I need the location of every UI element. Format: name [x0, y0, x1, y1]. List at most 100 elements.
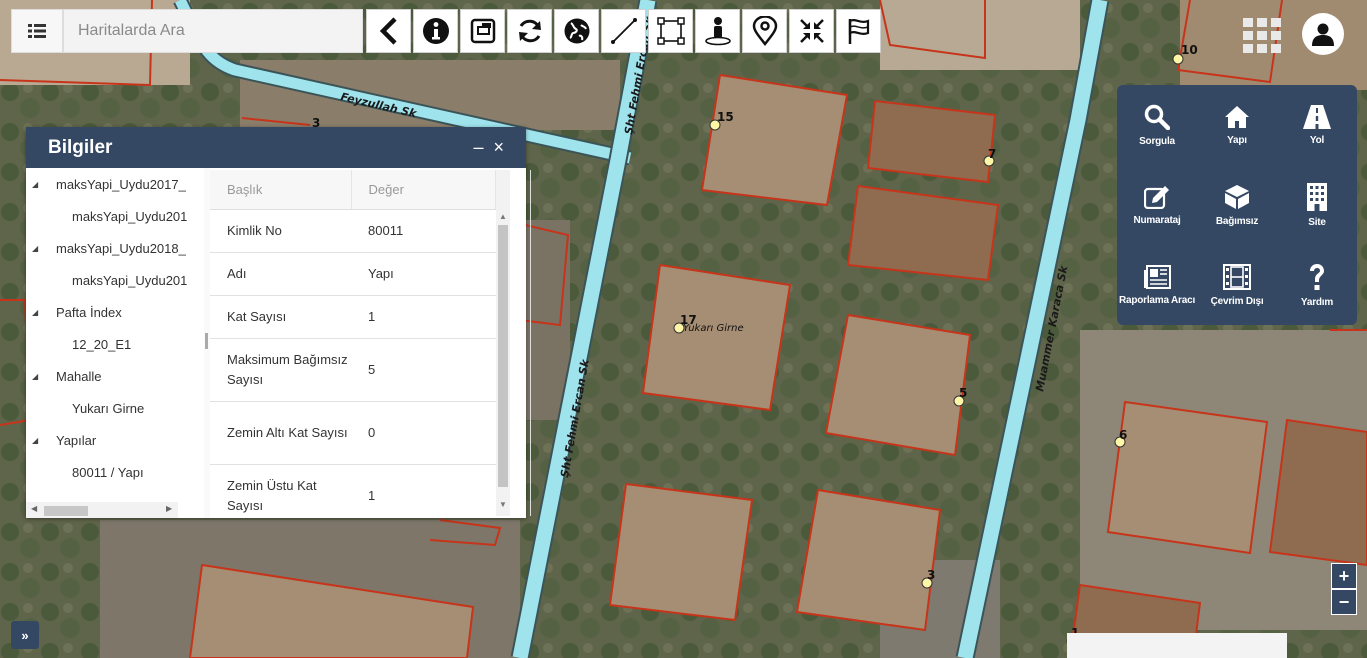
zoom-out-button[interactable]: −	[1331, 589, 1357, 615]
tree-item-label: 80011 / Yapı	[72, 464, 144, 480]
zoom-in-button[interactable]: +	[1331, 563, 1357, 589]
toolbar	[366, 9, 881, 53]
scroll-thumb[interactable]	[498, 225, 508, 487]
collapse-button[interactable]	[789, 9, 834, 53]
scroll-down-icon[interactable]: ▼	[499, 500, 507, 509]
area-select-icon	[656, 17, 685, 45]
menu-item-label: Bağımsız	[1215, 215, 1259, 227]
road-icon	[1303, 104, 1331, 129]
row-key: Adı	[210, 252, 351, 296]
user-button[interactable]	[1302, 13, 1344, 55]
layer-tree: ◢ maksYapi_Uydu2017_ maksYapi_Uydu201 ◢ ma…	[26, 168, 204, 518]
table-row[interactable]: Adı Yapı	[210, 252, 496, 296]
panel-title: Bilgiler	[48, 136, 113, 158]
expand-arrow-icon[interactable]: ◢	[32, 372, 56, 381]
search-input[interactable]	[63, 9, 363, 53]
menu-item-raporlama[interactable]: Raporlama Aracı	[1117, 245, 1197, 325]
parcel-number: 3	[927, 568, 935, 582]
table-row[interactable]: Zemin Üstu Kat Sayısı 1	[210, 464, 496, 516]
tree-item[interactable]: 12_20_E1	[26, 328, 204, 360]
table-row[interactable]: Kimlik No 80011	[210, 209, 496, 253]
back-button[interactable]	[366, 9, 411, 53]
apps-button[interactable]	[1243, 18, 1281, 54]
globe-button[interactable]	[554, 9, 599, 53]
panel-header[interactable]: Bilgiler – ×	[26, 127, 526, 168]
column-header-key[interactable]: Başlık	[210, 170, 352, 210]
menu-item-site[interactable]: Site	[1277, 165, 1357, 245]
info-icon	[422, 18, 449, 44]
scroll-left-icon[interactable]: ◀	[31, 504, 37, 513]
menu-item-cevrim-disi[interactable]: Çevrim Dışı	[1197, 245, 1277, 325]
refresh-button[interactable]	[507, 9, 552, 53]
minimize-button[interactable]: –	[473, 137, 483, 158]
expand-arrow-icon[interactable]: ◢	[32, 436, 56, 445]
edit-icon	[1144, 185, 1169, 209]
tree-item-label: Mahalle	[56, 368, 102, 384]
close-button[interactable]: ×	[493, 137, 504, 158]
row-key: Kimlik No	[210, 209, 351, 253]
tree-item[interactable]: Yukarı Girne	[26, 392, 204, 424]
expand-arrow-icon[interactable]: ◢	[32, 244, 56, 253]
measure-line-button[interactable]	[601, 9, 646, 53]
menu-item-label: Raporlama Aracı	[1118, 294, 1196, 306]
expand-arrow-icon[interactable]: ◢	[32, 308, 56, 317]
row-value: 1	[351, 295, 496, 339]
parcel-number: 15	[717, 110, 734, 124]
table-row[interactable]: Maksimum Bağımsız Sayısı 5	[210, 338, 496, 402]
table-row[interactable]: Kat Sayısı 1	[210, 295, 496, 339]
row-key: Zemin Altı Kat Sayısı	[210, 401, 351, 465]
street-view-button[interactable]	[695, 9, 740, 53]
tree-horizontal-scrollbar[interactable]: ◀ ▶	[26, 502, 178, 518]
area-select-button[interactable]	[648, 9, 693, 53]
column-header-value[interactable]: Değer	[351, 170, 496, 210]
location-button[interactable]	[742, 9, 787, 53]
tree-item[interactable]: ◢ Pafta İndex	[26, 296, 204, 328]
scroll-thumb[interactable]	[44, 506, 88, 516]
back-icon	[379, 17, 397, 45]
film-icon	[1223, 263, 1251, 290]
tree-item[interactable]: 80011 / Yapı	[26, 456, 204, 488]
menu-item-sorgula[interactable]: Sorgula	[1117, 85, 1197, 165]
menu-item-label: Site	[1308, 216, 1326, 228]
tree-item[interactable]: maksYapi_Uydu201	[26, 200, 204, 232]
location-pin-icon	[752, 16, 777, 46]
menu-item-yol[interactable]: Yol	[1277, 85, 1357, 165]
tree-item[interactable]: ◢ Mahalle	[26, 360, 204, 392]
question-icon	[1310, 263, 1324, 290]
menu-item-bagimsiz[interactable]: Bağımsız	[1197, 165, 1277, 245]
menu-item-label: Yardım	[1300, 296, 1334, 308]
attribute-table: Başlık Değer Kimlik No 80011 Adı Yapı Ka…	[210, 170, 496, 516]
window-button[interactable]	[460, 9, 505, 53]
tree-item[interactable]: ◢ maksYapi_Uydu2018_	[26, 232, 204, 264]
menu-item-yapi[interactable]: Yapı	[1197, 85, 1277, 165]
info-panel: Bilgiler – × ◢ maksYapi_Uydu2017_ maksYap…	[26, 127, 531, 518]
tree-item[interactable]: ◢ maksYapi_Uydu2017_	[26, 168, 204, 200]
building-icon	[1307, 182, 1327, 211]
window-icon	[470, 18, 495, 44]
table-row[interactable]: Zemin Altı Kat Sayısı 0	[210, 401, 496, 465]
scroll-up-icon[interactable]: ▲	[499, 212, 507, 221]
menu-item-numarataj[interactable]: Numarataj	[1117, 165, 1197, 245]
row-key: Maksimum Bağımsız Sayısı	[210, 338, 351, 402]
row-value: 1	[351, 464, 496, 516]
user-icon	[1312, 23, 1334, 46]
menu-button[interactable]	[11, 9, 63, 53]
home-icon	[1225, 105, 1249, 128]
menu-item-yardim[interactable]: Yardım	[1277, 245, 1357, 325]
tree-item[interactable]: maksYapi_Uydu201	[26, 264, 204, 296]
expand-arrow-icon[interactable]: ◢	[32, 180, 56, 189]
grid-icon	[1243, 18, 1281, 53]
row-key: Kat Sayısı	[210, 295, 351, 339]
tree-item[interactable]: ◢ Yapılar	[26, 424, 204, 456]
expand-panel-button[interactable]: »	[11, 621, 39, 649]
refresh-icon	[518, 19, 541, 43]
flag-button[interactable]	[836, 9, 881, 53]
status-area	[1067, 633, 1287, 658]
info-button[interactable]	[413, 9, 458, 53]
parcel-number: 5	[959, 386, 967, 400]
scroll-right-icon[interactable]: ▶	[166, 504, 172, 513]
search-icon	[1144, 104, 1170, 130]
table-vertical-scrollbar[interactable]: ▲ ▼	[496, 170, 510, 516]
collapse-icon	[799, 19, 824, 43]
menu-item-label: Numarataj	[1133, 214, 1181, 226]
